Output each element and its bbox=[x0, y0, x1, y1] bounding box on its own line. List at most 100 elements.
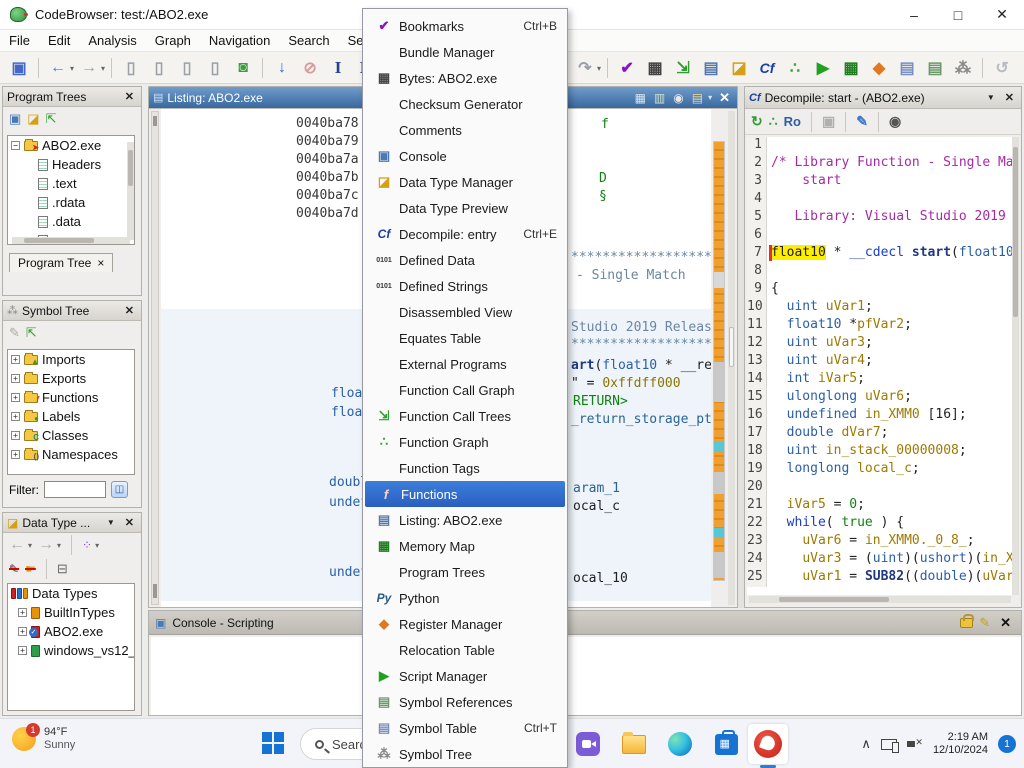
collapse-all-button[interactable]: ⊟ bbox=[57, 561, 68, 577]
tree-row[interactable]: Headers bbox=[8, 155, 134, 174]
expand-icon[interactable]: + bbox=[11, 393, 20, 402]
menu-search[interactable]: Search bbox=[279, 31, 338, 50]
menu-analysis[interactable]: Analysis bbox=[79, 31, 145, 50]
help-button[interactable]: ↺ bbox=[989, 55, 1015, 81]
graph-button[interactable]: ∴ bbox=[769, 113, 778, 130]
menu-item-disassembled-view[interactable]: Disassembled View bbox=[363, 299, 567, 325]
decompile-line[interactable]: 25 uVar1 = SUB82((double)(uVar6 & bbox=[747, 569, 1013, 587]
menu-item-functions[interactable]: fFunctions bbox=[365, 481, 565, 507]
decompile-line[interactable]: 12 uint uVar3; bbox=[747, 335, 1013, 353]
menu-item-console[interactable]: ▣Console bbox=[363, 143, 567, 169]
tree-row[interactable]: +CClasses bbox=[8, 426, 134, 445]
dropdown-caret-icon[interactable]: ▾ bbox=[70, 64, 74, 73]
tree-row[interactable]: .rdata bbox=[8, 193, 134, 212]
decompile-line[interactable]: 20 bbox=[747, 479, 1013, 497]
maximize-button[interactable]: □ bbox=[936, 0, 980, 29]
menu-item-symbol-references[interactable]: ▤Symbol References bbox=[363, 689, 567, 715]
console-output[interactable] bbox=[151, 637, 1021, 715]
expand-icon[interactable]: + bbox=[11, 431, 20, 440]
decompile-button[interactable]: Cf bbox=[754, 55, 780, 81]
decompile-line[interactable]: 16 undefined in_XMM0 [16]; bbox=[747, 407, 1013, 425]
console-header[interactable]: ▣ Console - Scripting ✎ ✕ bbox=[149, 611, 1021, 635]
tree-row[interactable]: +BuiltInTypes bbox=[8, 603, 134, 622]
program-trees-header[interactable]: Program Trees ✕ bbox=[3, 87, 141, 107]
scroll-lock-icon[interactable] bbox=[960, 618, 973, 628]
dropdown-caret-icon[interactable]: ▾ bbox=[597, 64, 601, 73]
menu-item-function-tags[interactable]: Function Tags bbox=[363, 455, 567, 481]
data-type-manager-button[interactable]: ◪ bbox=[726, 55, 752, 81]
tree-row-root[interactable]: −➤ABO2.exe bbox=[8, 136, 134, 155]
decompile-line[interactable]: 1 bbox=[747, 137, 1013, 155]
close-icon[interactable]: ✕ bbox=[716, 90, 733, 106]
forward-button[interactable]: → bbox=[38, 536, 54, 554]
minimize-button[interactable]: – bbox=[892, 0, 936, 29]
expand-icon[interactable]: + bbox=[11, 412, 20, 421]
cast-icon[interactable] bbox=[881, 739, 897, 750]
snapshot-tool[interactable]: ◙ bbox=[230, 55, 256, 81]
close-icon[interactable]: ✕ bbox=[122, 304, 137, 317]
copy-tool-4[interactable]: ▯ bbox=[202, 55, 228, 81]
menu-file[interactable]: File bbox=[0, 31, 39, 50]
edge-browser-icon[interactable] bbox=[664, 728, 696, 760]
menu-item-defined-strings[interactable]: 0101Defined Strings bbox=[363, 273, 567, 299]
expand-icon[interactable]: + bbox=[11, 450, 20, 459]
menu-item-checksum-generator[interactable]: Checksum Generator bbox=[363, 91, 567, 117]
menu-item-comments[interactable]: Comments bbox=[363, 117, 567, 143]
panel-menu-icon[interactable]: ▼ bbox=[104, 518, 118, 527]
menu-item-data-type-manager[interactable]: ◪Data Type Manager bbox=[363, 169, 567, 195]
tree-row[interactable]: +fFunctions bbox=[8, 388, 134, 407]
back-button[interactable]: ← bbox=[45, 55, 71, 81]
function-call-trees-button[interactable]: ⇲ bbox=[670, 55, 696, 81]
decompile-line[interactable]: 6 bbox=[747, 227, 1013, 245]
program-tree-hscrollbar[interactable] bbox=[12, 237, 130, 244]
bytes-button[interactable]: ▦ bbox=[642, 55, 668, 81]
function-graph-button[interactable]: ∴ bbox=[782, 55, 808, 81]
menu-item-memory-map[interactable]: ▦Memory Map bbox=[363, 533, 567, 559]
filter-input[interactable] bbox=[44, 481, 106, 498]
expand-icon[interactable]: + bbox=[18, 627, 27, 636]
decompile-line[interactable]: 19 longlong local_c; bbox=[747, 461, 1013, 479]
menu-item-equates-table[interactable]: Equates Table bbox=[363, 325, 567, 351]
menu-item-function-graph[interactable]: ∴Function Graph bbox=[363, 429, 567, 455]
refresh-button[interactable]: ↻ bbox=[751, 113, 763, 130]
program-tree-tab[interactable]: Program Tree × bbox=[9, 253, 113, 272]
expand-icon[interactable]: + bbox=[18, 646, 27, 655]
microsoft-store-icon[interactable] bbox=[710, 728, 742, 760]
clear-button[interactable]: ⊘ bbox=[297, 55, 323, 81]
back-button[interactable]: ← bbox=[9, 536, 25, 554]
program-tree-vscrollbar[interactable] bbox=[127, 142, 134, 240]
tree-row[interactable]: .text bbox=[8, 174, 134, 193]
notification-badge[interactable]: 1 bbox=[998, 735, 1016, 753]
decompile-line[interactable]: 8 bbox=[747, 263, 1013, 281]
new-tree-button[interactable]: ▣ bbox=[9, 111, 21, 127]
copy-button[interactable]: ▣ bbox=[822, 113, 835, 130]
menu-item-bundle-manager[interactable]: Bundle Manager bbox=[363, 39, 567, 65]
symbol-tree-button[interactable]: ⁂ bbox=[950, 55, 976, 81]
listing-marker-margin[interactable] bbox=[151, 111, 159, 605]
menu-item-python[interactable]: PyPython bbox=[363, 585, 567, 611]
memory-map-button[interactable]: ▦ bbox=[838, 55, 864, 81]
tree-row-root[interactable]: Data Types bbox=[8, 584, 134, 603]
copy-tool-1[interactable]: ▯ bbox=[118, 55, 144, 81]
open-folder-button[interactable]: ◪ bbox=[27, 111, 39, 127]
script-manager-button[interactable]: ▶ bbox=[810, 55, 836, 81]
menu-item-function-call-trees[interactable]: ⇲Function Call Trees bbox=[363, 403, 567, 429]
decompile-line[interactable]: 18 uint in_stack_00000008; bbox=[747, 443, 1013, 461]
menu-item-bytes[interactable]: ▦Bytes: ABO2.exe bbox=[363, 65, 567, 91]
menu-item-listing[interactable]: ▤Listing: ABO2.exe bbox=[363, 507, 567, 533]
decompile-line[interactable]: 7float10 * __cdecl start(float10 *_ bbox=[747, 245, 1013, 263]
panel-menu-icon[interactable]: ▼ bbox=[984, 93, 998, 102]
menu-item-symbol-table[interactable]: ▤Symbol TableCtrl+T bbox=[363, 715, 567, 741]
filter-options-button[interactable]: ◫ bbox=[111, 481, 128, 498]
decompile-line[interactable]: 11 float10 *pfVar2; bbox=[747, 317, 1013, 335]
tree-row[interactable]: .data bbox=[8, 212, 134, 231]
listing-vscrollbar[interactable] bbox=[728, 111, 735, 605]
data-type-manager-header[interactable]: ◪ Data Type ... ▼ ✕ bbox=[3, 513, 141, 533]
close-button[interactable]: ✕ bbox=[980, 0, 1024, 29]
dropdown-caret-icon[interactable]: ▾ bbox=[101, 64, 105, 73]
decompile-header[interactable]: Cf Decompile: start - (ABO2.exe) ▼ ✕ bbox=[745, 87, 1021, 109]
export-symbols-button[interactable]: ⇱ bbox=[26, 325, 37, 341]
decompile-line[interactable]: 14 int iVar5; bbox=[747, 371, 1013, 389]
close-icon[interactable]: ✕ bbox=[1002, 91, 1017, 104]
menu-item-defined-data[interactable]: 0101Defined Data bbox=[363, 247, 567, 273]
